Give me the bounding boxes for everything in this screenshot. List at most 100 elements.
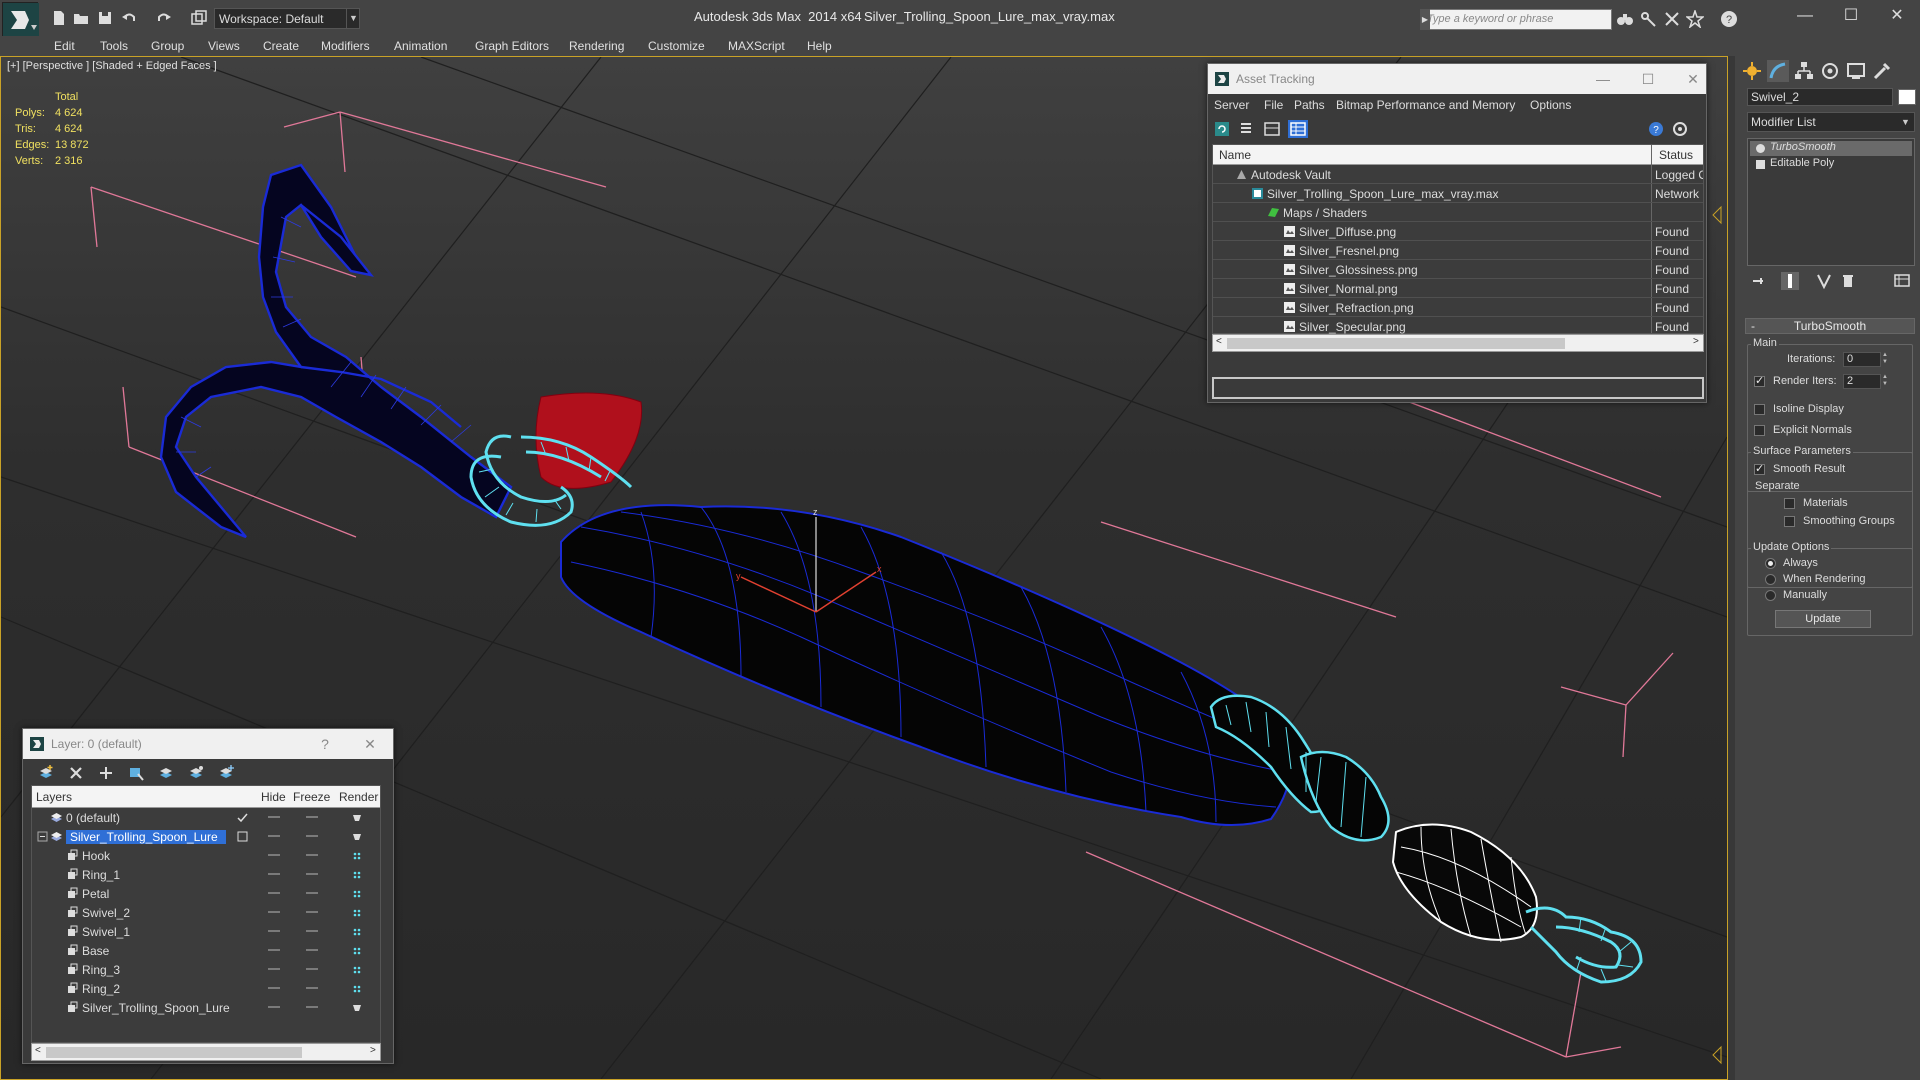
undo-icon[interactable]: [120, 9, 138, 27]
layer-object-row[interactable]: Hook: [32, 846, 380, 865]
layer-object-row[interactable]: Ring_2: [32, 979, 380, 998]
layer-table[interactable]: Layers Hide Freeze Render 0 (default) Sil…: [31, 785, 381, 1043]
render-toggle-icon[interactable]: [352, 812, 362, 822]
hide-toggle[interactable]: [268, 873, 280, 875]
help-icon[interactable]: ?: [1720, 10, 1738, 28]
asset-row[interactable]: Silver_Diffuse.png Found: [1213, 222, 1703, 241]
make-unique-icon[interactable]: [1815, 272, 1833, 290]
freeze-toggle[interactable]: [306, 911, 318, 913]
asset-row[interactable]: Silver_Normal.png Found: [1213, 279, 1703, 298]
layer-object-row[interactable]: Ring_1: [32, 865, 380, 884]
layer-object-row[interactable]: Silver_Trolling_Spoon_Lure: [32, 998, 380, 1017]
freeze-toggle[interactable]: [306, 873, 318, 875]
chevron-down-icon[interactable]: ▼: [1897, 113, 1914, 131]
freeze-toggle[interactable]: [306, 835, 318, 837]
hide-toggle[interactable]: [268, 930, 280, 932]
set-current-layer-icon[interactable]: [236, 830, 249, 843]
refresh-icon[interactable]: [1212, 120, 1232, 138]
lightbulb-icon[interactable]: [1756, 144, 1765, 153]
freeze-all-layers-icon[interactable]: [217, 764, 235, 782]
menu-modifiers[interactable]: Modifiers: [321, 39, 370, 53]
hide-toggle[interactable]: [268, 911, 280, 913]
scroll-right-icon[interactable]: >: [1693, 336, 1699, 347]
create-tab-icon[interactable]: [1741, 60, 1763, 82]
asset-path-field[interactable]: [1212, 377, 1704, 399]
ring-2-mesh[interactable]: [1525, 906, 1643, 984]
collapse-icon[interactable]: -: [1751, 319, 1755, 333]
update-manually-radio[interactable]: [1765, 590, 1776, 601]
communication-center-icon[interactable]: [1663, 10, 1681, 28]
hide-toggle[interactable]: [268, 1006, 280, 1008]
asset-help-icon[interactable]: ?: [1646, 120, 1666, 138]
binoculars-icon[interactable]: [1616, 10, 1634, 28]
display-tab-icon[interactable]: [1845, 60, 1867, 82]
search-expand-icon[interactable]: ▶: [1420, 9, 1430, 30]
object-name-field[interactable]: Swivel_2: [1747, 88, 1893, 106]
render-toggle-icon[interactable]: [352, 964, 362, 974]
layer-row[interactable]: Silver_Trolling_Spoon_Lure: [32, 827, 380, 846]
show-end-result-icon[interactable]: [1781, 272, 1799, 290]
materials-checkbox[interactable]: [1784, 498, 1795, 509]
asset-menu-bitmap-performance[interactable]: Bitmap Performance and Memory: [1336, 98, 1515, 112]
asset-settings-icon[interactable]: [1670, 120, 1690, 138]
menu-group[interactable]: Group: [151, 39, 184, 53]
asset-minimize-button[interactable]: —: [1588, 69, 1618, 89]
layer-row[interactable]: 0 (default): [32, 808, 380, 827]
freeze-toggle[interactable]: [306, 930, 318, 932]
asset-horizontal-scrollbar[interactable]: < >: [1212, 334, 1704, 352]
render-toggle-icon[interactable]: [352, 1002, 362, 1012]
hide-toggle[interactable]: [268, 854, 280, 856]
asset-menu-paths[interactable]: Paths: [1294, 98, 1325, 112]
delete-layer-icon[interactable]: [67, 764, 85, 782]
active-layer-check-icon[interactable]: [236, 811, 249, 824]
freeze-toggle[interactable]: [306, 987, 318, 989]
layer-object-row[interactable]: Swivel_1: [32, 922, 380, 941]
hide-toggle[interactable]: [268, 949, 280, 951]
add-to-layer-icon[interactable]: [97, 764, 115, 782]
menu-help[interactable]: Help: [807, 39, 832, 53]
pin-stack-icon[interactable]: [1749, 272, 1767, 290]
utilities-tab-icon[interactable]: [1871, 60, 1893, 82]
layer-manager-titlebar[interactable]: Layer: 0 (default) ? ✕: [23, 729, 393, 759]
iterations-spinner[interactable]: 0: [1843, 352, 1881, 367]
stack-item-editable-poly[interactable]: Editable Poly: [1750, 157, 1912, 172]
turbosmooth-rollout-header[interactable]: - TurboSmooth: [1745, 318, 1915, 334]
object-color-swatch[interactable]: [1898, 89, 1916, 105]
viewport-resize-top-icon[interactable]: [1712, 205, 1722, 225]
asset-row[interactable]: Silver_Fresnel.png Found: [1213, 241, 1703, 260]
render-toggle-icon[interactable]: [352, 945, 362, 955]
close-button[interactable]: ✕: [1874, 4, 1920, 28]
asset-row[interactable]: Autodesk Vault Logged O: [1213, 165, 1703, 184]
hide-toggle[interactable]: [268, 968, 280, 970]
freeze-toggle[interactable]: [306, 816, 318, 818]
select-objects-in-layer-icon[interactable]: [127, 764, 145, 782]
layer-object-row[interactable]: Base: [32, 941, 380, 960]
menu-rendering[interactable]: Rendering: [569, 39, 624, 53]
asset-column-name[interactable]: Name: [1219, 148, 1251, 162]
render-toggle-icon[interactable]: [352, 888, 362, 898]
thumbnail-view-icon[interactable]: [1262, 120, 1282, 138]
explicit-normals-checkbox[interactable]: [1754, 425, 1765, 436]
list-view-icon[interactable]: [1236, 120, 1256, 138]
update-always-radio[interactable]: [1765, 558, 1776, 569]
render-toggle-icon[interactable]: [352, 907, 362, 917]
app-logo-button[interactable]: [2, 2, 39, 37]
search-input[interactable]: Type a keyword or phrase: [1420, 9, 1612, 30]
project-folder-icon[interactable]: [190, 9, 208, 27]
asset-table[interactable]: Name Status Autodesk Vault Logged O Silver…: [1212, 144, 1704, 336]
asset-close-button[interactable]: ✕: [1678, 69, 1708, 89]
asset-tracking-titlebar[interactable]: Asset Tracking — ☐ ✕: [1208, 64, 1706, 94]
freeze-toggle[interactable]: [306, 892, 318, 894]
scrollbar-thumb[interactable]: [46, 1047, 302, 1058]
key-icon[interactable]: [1640, 10, 1658, 28]
modifier-list-dropdown[interactable]: Modifier List: [1747, 112, 1915, 132]
new-file-icon[interactable]: [50, 9, 68, 27]
minimize-button[interactable]: —: [1782, 4, 1828, 28]
menu-tools[interactable]: Tools: [100, 39, 128, 53]
table-view-icon[interactable]: [1288, 120, 1308, 138]
smoothing-groups-checkbox[interactable]: [1784, 516, 1795, 527]
layer-horizontal-scrollbar[interactable]: < >: [31, 1043, 381, 1061]
layer-close-button[interactable]: ✕: [355, 734, 385, 754]
asset-row[interactable]: Silver_Trolling_Spoon_Lure_max_vray.max N…: [1213, 184, 1703, 203]
stack-item-turbosmooth[interactable]: TurboSmooth: [1750, 141, 1912, 156]
